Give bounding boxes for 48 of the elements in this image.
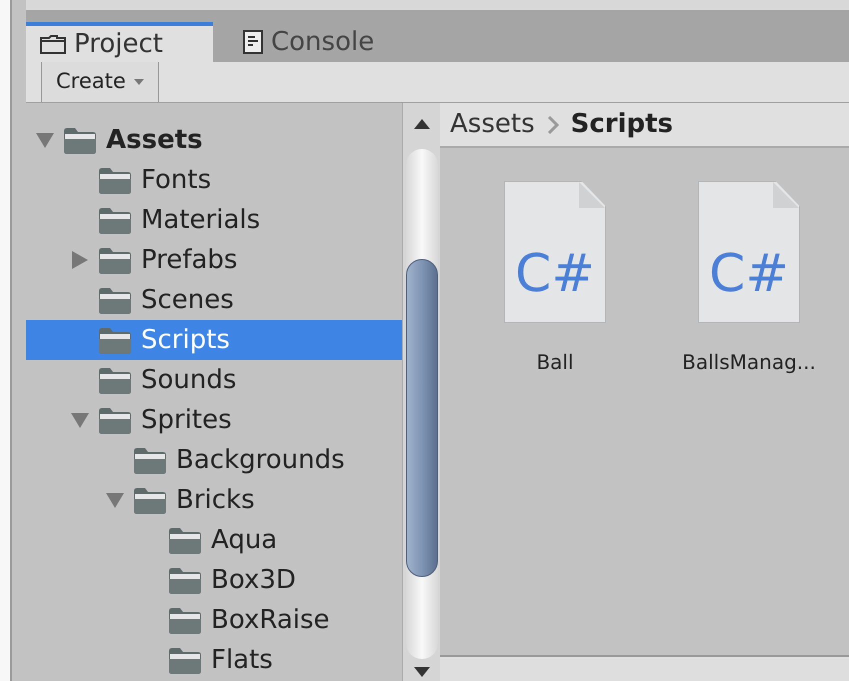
tree-item[interactable]: Scenes (26, 280, 402, 320)
folder-icon (97, 325, 133, 355)
tree-item[interactable]: Sprites (26, 400, 402, 440)
tree-item[interactable]: Sounds (26, 360, 402, 400)
file-name: BallsManag... (682, 349, 816, 376)
collapsed-arrow-icon[interactable] (71, 251, 89, 269)
tree-item[interactable]: Box3D (26, 560, 402, 600)
expanded-arrow-icon[interactable] (36, 132, 54, 148)
tree-item[interactable]: Scripts (26, 320, 402, 360)
tab[interactable]: Project (26, 22, 213, 62)
folder-icon (97, 245, 133, 275)
folder-icon (62, 125, 98, 155)
scroll-down-icon[interactable] (414, 667, 430, 679)
scroll-thumb[interactable] (406, 259, 438, 577)
folder-icon (97, 365, 133, 395)
tree-item[interactable]: Assets (26, 120, 402, 160)
folder-icon (40, 34, 66, 54)
folder-icon (97, 165, 133, 195)
folder-icon (132, 445, 168, 475)
tree-item[interactable]: Fonts (26, 160, 402, 200)
folder-icon (167, 645, 203, 675)
create-dropdown-button[interactable]: Create (41, 62, 159, 102)
file-name: Ball (536, 349, 574, 376)
expanded-arrow-icon[interactable] (71, 412, 89, 428)
folder-icon (97, 285, 133, 315)
scroll-up-icon[interactable] (414, 117, 430, 129)
expanded-arrow-icon[interactable] (106, 492, 124, 508)
caret-icon (134, 79, 144, 85)
breadcrumb-item[interactable]: Scripts (570, 105, 674, 144)
tree-item[interactable]: BoxRaise (26, 600, 402, 640)
folder-icon (132, 485, 168, 515)
folder-icon (167, 565, 203, 595)
document-icon (243, 30, 263, 54)
tree-item[interactable]: Materials (26, 200, 402, 240)
folder-icon (97, 405, 133, 435)
scrollbar[interactable] (402, 103, 440, 681)
scroll-track[interactable] (406, 149, 438, 659)
folder-icon (167, 525, 203, 555)
folder-icon (97, 205, 133, 235)
tree-item[interactable]: Backgrounds (26, 440, 402, 480)
folder-icon (167, 605, 203, 635)
breadcrumb-item[interactable]: Assets (450, 105, 535, 144)
chevron-right-icon (546, 116, 559, 134)
tree-item[interactable]: Flats (26, 640, 402, 680)
tab[interactable]: Console (229, 22, 388, 62)
tree-item[interactable]: Aqua (26, 520, 402, 560)
tree-item[interactable]: Bricks (26, 480, 402, 520)
tree-item[interactable]: Prefabs (26, 240, 402, 280)
